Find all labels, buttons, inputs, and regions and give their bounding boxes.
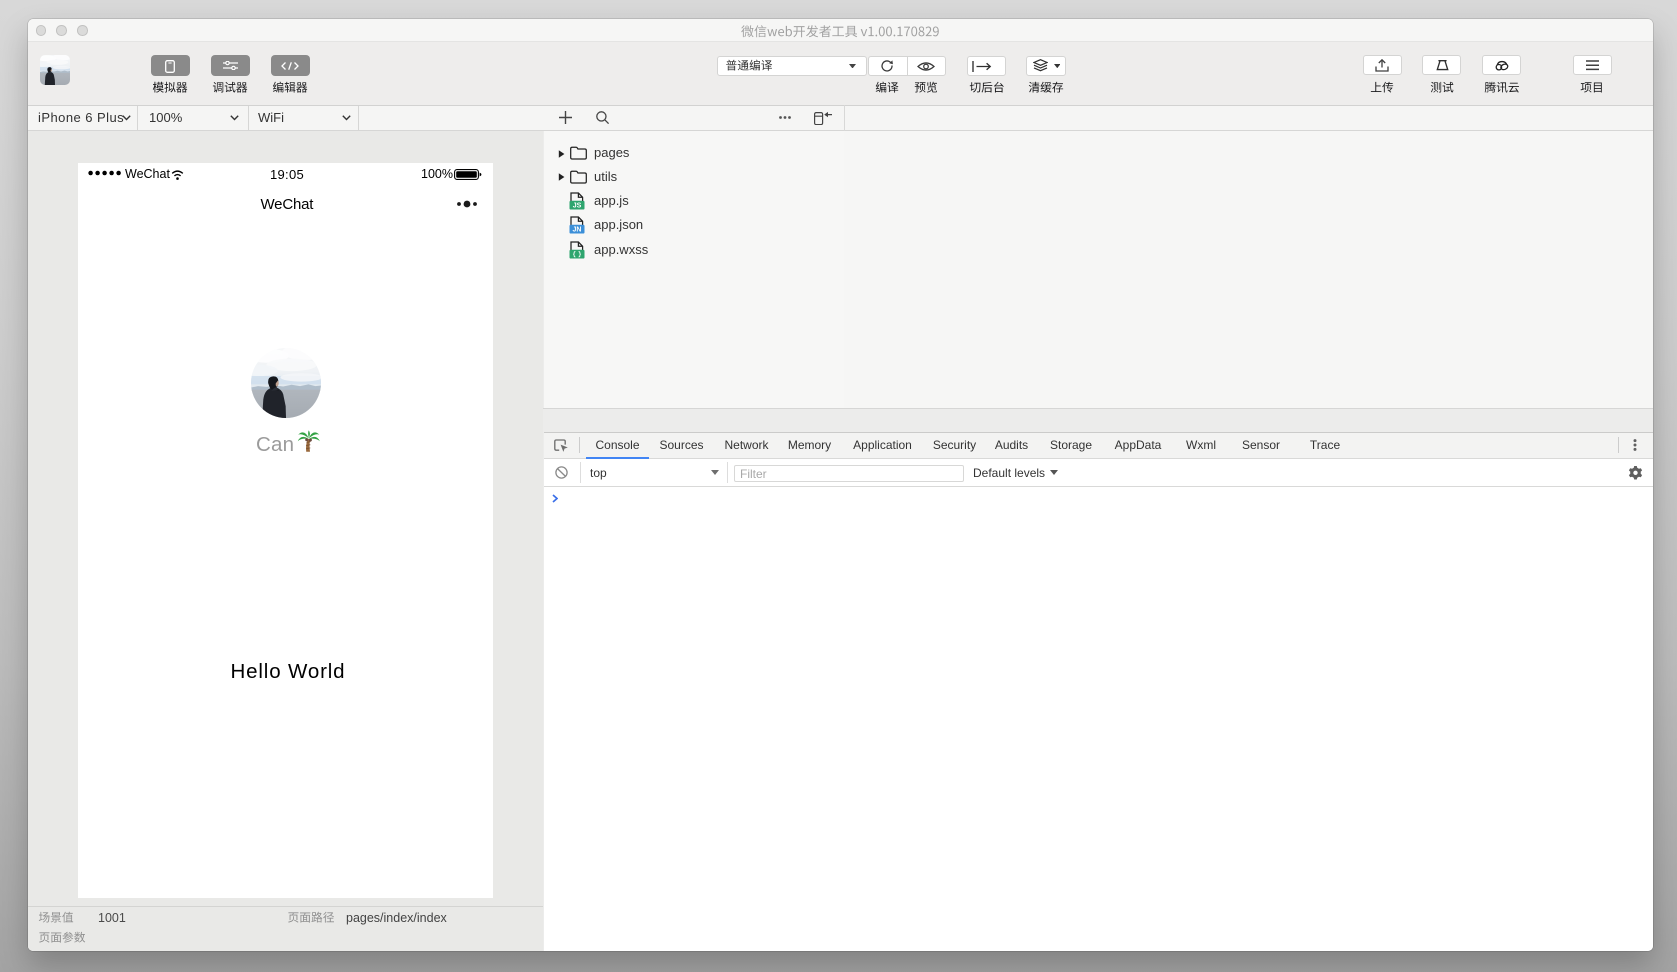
svg-text:JS: JS [573, 202, 582, 209]
svg-text:JN: JN [573, 227, 582, 234]
